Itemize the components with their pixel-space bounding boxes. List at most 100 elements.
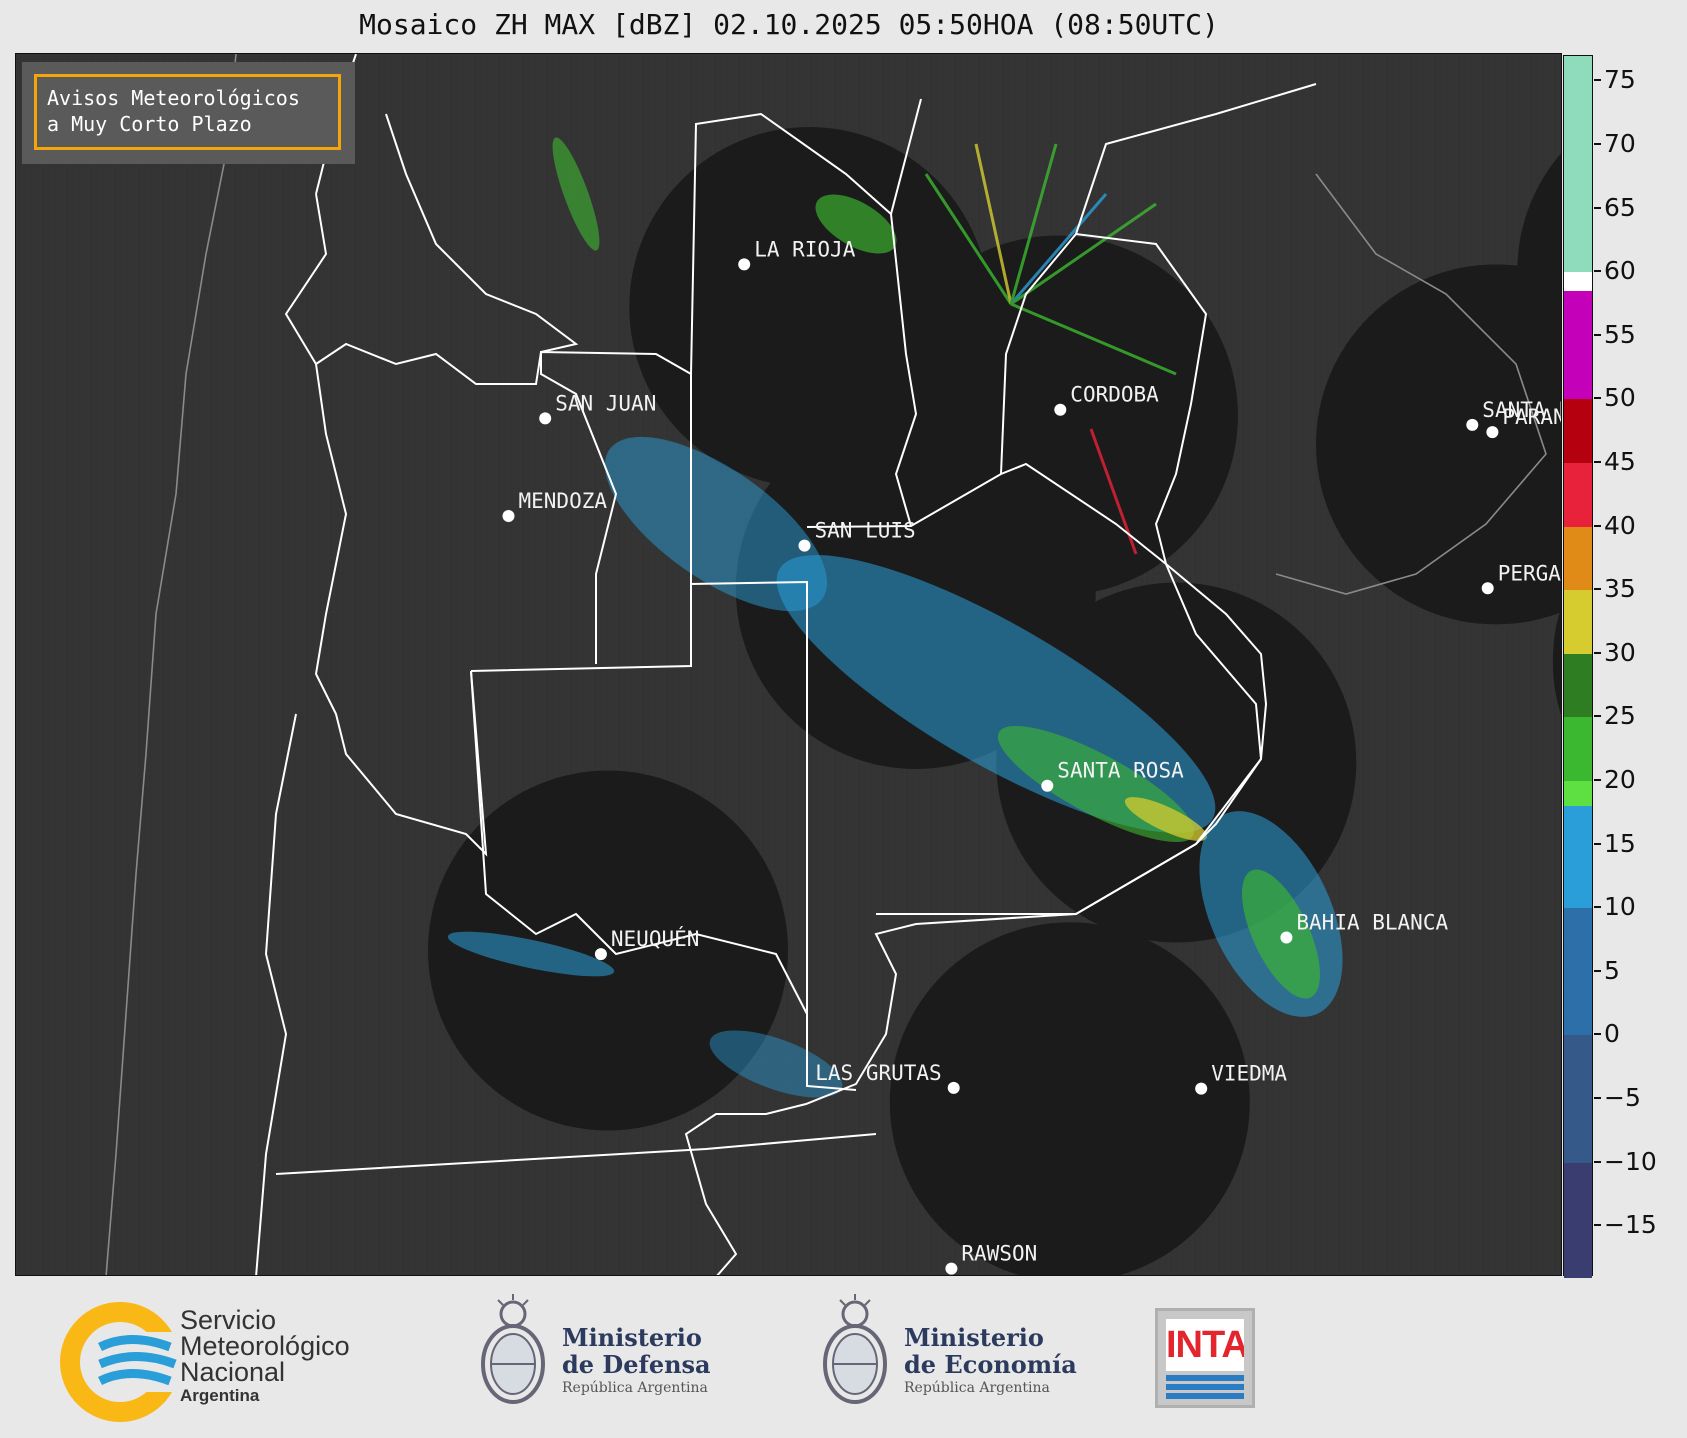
- smn-line-2: Meteorológico: [180, 1331, 350, 1361]
- city-dot: [1041, 779, 1054, 792]
- warning-box-line-2: a Muy Corto Plazo: [47, 112, 252, 136]
- colorbar-band: [1564, 399, 1592, 464]
- colorbar-tick: [1594, 1096, 1601, 1099]
- colorbar-tick-label: 55: [1604, 319, 1636, 349]
- economia-line-2: de Economía: [904, 1350, 1077, 1379]
- economia-line-1: Ministerio: [904, 1323, 1044, 1352]
- warning-box-frame[interactable]: Avisos Meteorológicos a Muy Corto Plazo: [34, 74, 341, 150]
- colorbar-band: [1564, 908, 1592, 1036]
- city-label: NEUQUÉN: [611, 926, 700, 951]
- smn-line-sub: Argentina: [180, 1386, 260, 1405]
- colorbar-band: [1564, 590, 1592, 655]
- colorbar-tick: [1594, 524, 1601, 527]
- colorbar-tick: [1594, 1224, 1601, 1227]
- colorbar-tick: [1594, 461, 1601, 463]
- smn-line-1: Servicio: [180, 1305, 277, 1335]
- colorbar-tick-label: 60: [1604, 256, 1636, 286]
- city-label: RAWSON: [961, 1242, 1037, 1266]
- city-label: BAHIA BLANCA: [1296, 911, 1448, 935]
- colorbar-tick-label: 30: [1604, 637, 1636, 667]
- colorbar-tick-label: 15: [1604, 828, 1636, 858]
- colorbar-tick: [1594, 270, 1601, 273]
- city-dot: [539, 412, 552, 425]
- argentina-coat-of-arms-icon: [823, 1294, 887, 1404]
- city-label: MENDOZA: [519, 489, 608, 513]
- map-title: Mosaico ZH MAX [dBZ] 02.10.2025 05:50HOA…: [359, 8, 1219, 41]
- colorbar-band: [1564, 463, 1592, 528]
- colorbar-tick-label: −10: [1604, 1146, 1657, 1176]
- colorbar-tick: [1594, 206, 1601, 209]
- colorbar-tick: [1594, 779, 1601, 781]
- radar-map[interactable]: LA RIOJACORDOBASAN JUANSANTA FEPARANAMER…: [15, 53, 1562, 1276]
- inta-logo: INTA: [1155, 1308, 1255, 1408]
- colorbar-tick-label: 45: [1604, 447, 1636, 476]
- colorbar-tick-label: 5: [1604, 955, 1620, 985]
- city-dot: [1486, 426, 1499, 439]
- city-dot: [798, 539, 811, 552]
- defensa-line-1: Ministerio: [562, 1323, 702, 1352]
- colorbar-tick-label: 20: [1604, 765, 1636, 794]
- smn-logo: [60, 1302, 180, 1422]
- colorbar-tick: [1594, 651, 1601, 654]
- city-dot: [1481, 582, 1494, 595]
- colorbar-tick: [1594, 1160, 1601, 1163]
- colorbar-tick-label: 0: [1604, 1019, 1620, 1049]
- city-dot: [502, 510, 515, 522]
- economia-logo: [820, 1292, 890, 1412]
- smn-line-3: Nacional: [180, 1357, 286, 1387]
- colorbar-tick: [1594, 397, 1601, 400]
- city-dot: [1195, 1082, 1208, 1095]
- city-label: LA RIOJA: [754, 237, 856, 261]
- colorbar-band: [1564, 806, 1592, 909]
- defensa-logo-text: Ministerio de Defensa República Argentin…: [562, 1324, 711, 1398]
- colorbar-tick-label: 70: [1604, 129, 1636, 158]
- colorbar-tick: [1594, 588, 1601, 591]
- dbz-colorbar: [1563, 55, 1593, 1278]
- radar-viedma-coverage: [889, 922, 1250, 1275]
- city-dot: [1054, 403, 1067, 416]
- defensa-line-2: de Defensa: [562, 1350, 711, 1379]
- smn-emblem-icon: [60, 1302, 180, 1422]
- economia-logo-text: Ministerio de Economía República Argenti…: [904, 1324, 1077, 1398]
- colorbar-tick: [1594, 143, 1601, 145]
- city-label: CORDOBA: [1070, 383, 1159, 407]
- colorbar-tick: [1594, 715, 1601, 718]
- argentina-coat-of-arms-icon: [481, 1294, 545, 1404]
- colorbar-tick-label: 40: [1604, 510, 1636, 540]
- economia-line-sub: República Argentina: [904, 1380, 1050, 1396]
- colorbar-band: [1564, 291, 1592, 400]
- colorbar-band: [1564, 272, 1592, 292]
- colorbar-band: [1564, 56, 1592, 273]
- colorbar-tick-label: 65: [1604, 192, 1636, 222]
- city-dot: [1466, 418, 1479, 431]
- colorbar-tick-label: 10: [1604, 892, 1636, 922]
- colorbar-band: [1564, 526, 1592, 591]
- radar-map-canvas: LA RIOJACORDOBASAN JUANSANTA FEPARANAMER…: [16, 54, 1562, 1275]
- city-dot: [594, 948, 607, 961]
- defensa-line-sub: República Argentina: [562, 1380, 708, 1396]
- colorbar-tick-label: −5: [1604, 1082, 1641, 1112]
- city-label: VIEDMA: [1211, 1062, 1287, 1086]
- warning-box-line-1: Avisos Meteorológicos: [47, 86, 300, 110]
- colorbar-tick-label: 35: [1604, 574, 1636, 604]
- city-label: SAN LUIS: [815, 519, 916, 543]
- inta-logo-text: INTA: [1166, 1319, 1244, 1371]
- city-label: SANTA ROSA: [1057, 759, 1184, 783]
- colorbar-tick-label: 75: [1604, 65, 1636, 95]
- colorbar-tick: [1594, 1033, 1601, 1036]
- colorbar-tick: [1594, 969, 1601, 972]
- colorbar-band: [1564, 1035, 1592, 1163]
- colorbar-tick: [1594, 79, 1601, 82]
- colorbar-band: [1564, 1162, 1592, 1278]
- colorbar-band: [1564, 781, 1592, 807]
- colorbar-band: [1564, 717, 1592, 782]
- colorbar-tick-label: 25: [1604, 701, 1636, 731]
- colorbar-tick-label: 50: [1604, 383, 1636, 413]
- warning-box[interactable]: Avisos Meteorológicos a Muy Corto Plazo: [22, 62, 355, 164]
- colorbar-tick-label: −15: [1604, 1210, 1657, 1240]
- colorbar-band: [1564, 653, 1592, 718]
- city-label: PERGAMINO: [1498, 561, 1562, 585]
- city-dot: [945, 1262, 958, 1275]
- defensa-logo: [478, 1292, 548, 1412]
- smn-logo-text: Servicio Meteorológico Nacional Argentin…: [180, 1307, 350, 1407]
